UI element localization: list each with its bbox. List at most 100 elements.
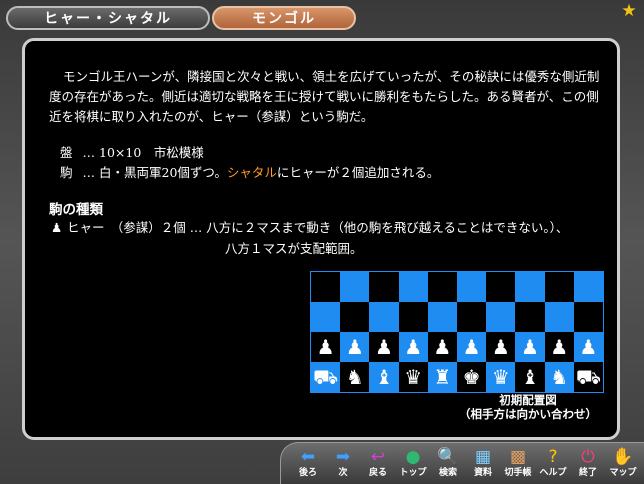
board-cell: ⛟	[311, 362, 341, 392]
white-piece-icon: ♛	[404, 365, 423, 389]
board-cell: ♝	[369, 362, 399, 392]
kifu-label: 切手帳	[504, 468, 532, 478]
quit-icon: ⏻	[581, 447, 595, 467]
board-cell: ♟	[427, 332, 457, 362]
white-piece-icon: ⛟	[575, 365, 601, 389]
search-label: 検索	[438, 468, 457, 478]
material-label: 資料	[473, 468, 492, 478]
white-piece-icon: ♟	[316, 335, 335, 359]
board-cell: ♚	[457, 362, 487, 392]
white-piece-icon: ♟	[491, 335, 510, 359]
intro-text: モンゴル王ハーンが、隣接国と次々と戦い、領土を広げていったが、その秘訣には優秀な…	[49, 69, 600, 124]
board-diagram: ♟ ♟ ♟ ♟ ♟ ♟ ♟ ♟ ♟ ♟ ⛟ ♞ ♝ ♛ ♜ ♚ ♛ ♝ ♞ ⛟	[310, 271, 604, 393]
back-label: 後ろ	[298, 468, 317, 478]
pieces-spec: 駒 … 白・黒両軍20個ずつ。シャタルにヒャーが２個追加される。	[60, 162, 439, 181]
board-cell: ♟	[515, 332, 545, 362]
board-cell	[544, 272, 574, 302]
white-piece-icon: ♝	[521, 365, 539, 389]
board-cell: ♞	[544, 362, 574, 392]
white-piece-icon: ♟	[550, 335, 569, 359]
white-piece-icon: ♟	[462, 335, 481, 359]
white-piece-icon: ♟	[375, 335, 393, 359]
board-cell: ♞	[340, 362, 370, 392]
tab-mongol[interactable]: モンゴル	[212, 6, 356, 30]
map-button[interactable]: ✋ マップ	[606, 447, 640, 483]
search-icon: 🔍	[437, 447, 459, 467]
board-value: … 10×10 市松模様	[82, 145, 204, 160]
piece-type-desc-2: 八方１マスが支配範囲。	[225, 241, 363, 256]
material-button[interactable]: ▦ 資料	[466, 447, 500, 483]
pieces-value-tail: にヒャーが２個追加される。	[276, 165, 440, 180]
board-cell: ♟	[398, 332, 428, 362]
top-label: トップ	[399, 468, 427, 478]
top-icon: ●	[405, 447, 421, 467]
board-cell	[311, 302, 341, 332]
shatar-highlight: シャタル	[226, 165, 277, 180]
search-button[interactable]: 🔍 検索	[431, 447, 465, 483]
white-piece-icon: ♞	[550, 365, 569, 389]
board-cell	[427, 302, 457, 332]
content-panel: モンゴル王ハーンが、隣接国と次々と戦い、領土を広げていったが、その秘訣には優秀な…	[22, 38, 620, 440]
quit-label: 終了	[578, 468, 597, 478]
map-label: マップ	[609, 468, 637, 478]
board-spec: 盤 … 10×10 市松模様	[60, 142, 204, 161]
board-cell	[369, 302, 399, 332]
white-piece-icon: ♟	[404, 335, 423, 359]
white-piece-icon: ♟	[433, 335, 452, 359]
board-cell: ♟	[369, 332, 399, 362]
caption-title: 初期配置図	[499, 393, 557, 407]
board-caption: 初期配置図 （相手方は向かい合わせ）	[459, 393, 597, 421]
bottom-toolbar: ⬅ 後ろ ➡ 次 ↩ 戻る ● トップ 🔍 検索 ▦ 資料 ▩ 切手帳? ヘルプ ⏻ 終了 ✋ マップ	[280, 442, 644, 484]
white-piece-icon: ♝	[375, 365, 393, 389]
piece-type-desc: ヒャー （参謀）２個 … 八方に２マスまで動き（他の駒を飛び越えることはできない…	[67, 220, 569, 235]
return-icon: ↩	[370, 447, 386, 467]
board-cell: ♟	[340, 332, 370, 362]
board-cell	[369, 272, 399, 302]
board-cell	[544, 302, 574, 332]
pieces-value: … 白・黒両軍20個ずつ。	[82, 165, 227, 180]
board-cell	[515, 272, 545, 302]
board-cell	[311, 272, 341, 302]
board-cell	[340, 272, 370, 302]
board-cell: ♟	[573, 332, 603, 362]
next-label: 次	[338, 468, 348, 478]
material-icon: ▦	[474, 447, 492, 467]
board-cell: ♝	[515, 362, 545, 392]
quit-button[interactable]: ⏻ 終了	[571, 447, 605, 483]
kifu-button[interactable]: ▩ 切手帳	[501, 447, 535, 483]
board-cell	[486, 302, 516, 332]
next-button[interactable]: ➡ 次	[326, 447, 360, 483]
board-cell	[340, 302, 370, 332]
board-cell: ♟	[457, 332, 487, 362]
star-icon[interactable]: ★	[620, 2, 638, 20]
white-piece-icon: ⛟	[313, 365, 339, 389]
board-cell	[486, 272, 516, 302]
board-cell	[573, 272, 603, 302]
top-button[interactable]: ● トップ	[396, 447, 430, 483]
hyah-piece-icon: ♟	[51, 220, 63, 235]
white-piece-icon: ♜	[433, 365, 452, 389]
board-cell: ⛟	[573, 362, 603, 392]
help-button[interactable]: ? ヘルプ	[536, 447, 570, 483]
piece-type-line: ♟ ヒャー （参謀）２個 … 八方に２マスまで動き（他の駒を飛び越えることはできな…	[51, 217, 568, 238]
board-cell: ♛	[486, 362, 516, 392]
white-piece-icon: ♟	[521, 335, 539, 359]
board-cell	[427, 272, 457, 302]
board-cell: ♟	[311, 332, 341, 362]
caption-note: （相手方は向かい合わせ）	[459, 407, 597, 421]
help-icon: ?	[548, 447, 558, 467]
board-cell: ♛	[398, 362, 428, 392]
back-button[interactable]: ⬅ 後ろ	[291, 447, 325, 483]
board-cell	[573, 302, 603, 332]
white-piece-icon: ♟	[579, 335, 598, 359]
return-label: 戻る	[368, 468, 387, 478]
board-cell: ♟	[544, 332, 574, 362]
tab-hyah-shatar[interactable]: ヒャー・シャタル	[6, 6, 210, 30]
return-button[interactable]: ↩ 戻る	[361, 447, 395, 483]
white-piece-icon: ♚	[462, 365, 481, 389]
back-icon: ⬅	[300, 447, 316, 467]
pieces-label: 駒	[60, 165, 73, 180]
map-icon: ✋	[612, 447, 634, 467]
piece-types-heading: 駒の種類	[49, 202, 103, 218]
board-cell	[515, 302, 545, 332]
